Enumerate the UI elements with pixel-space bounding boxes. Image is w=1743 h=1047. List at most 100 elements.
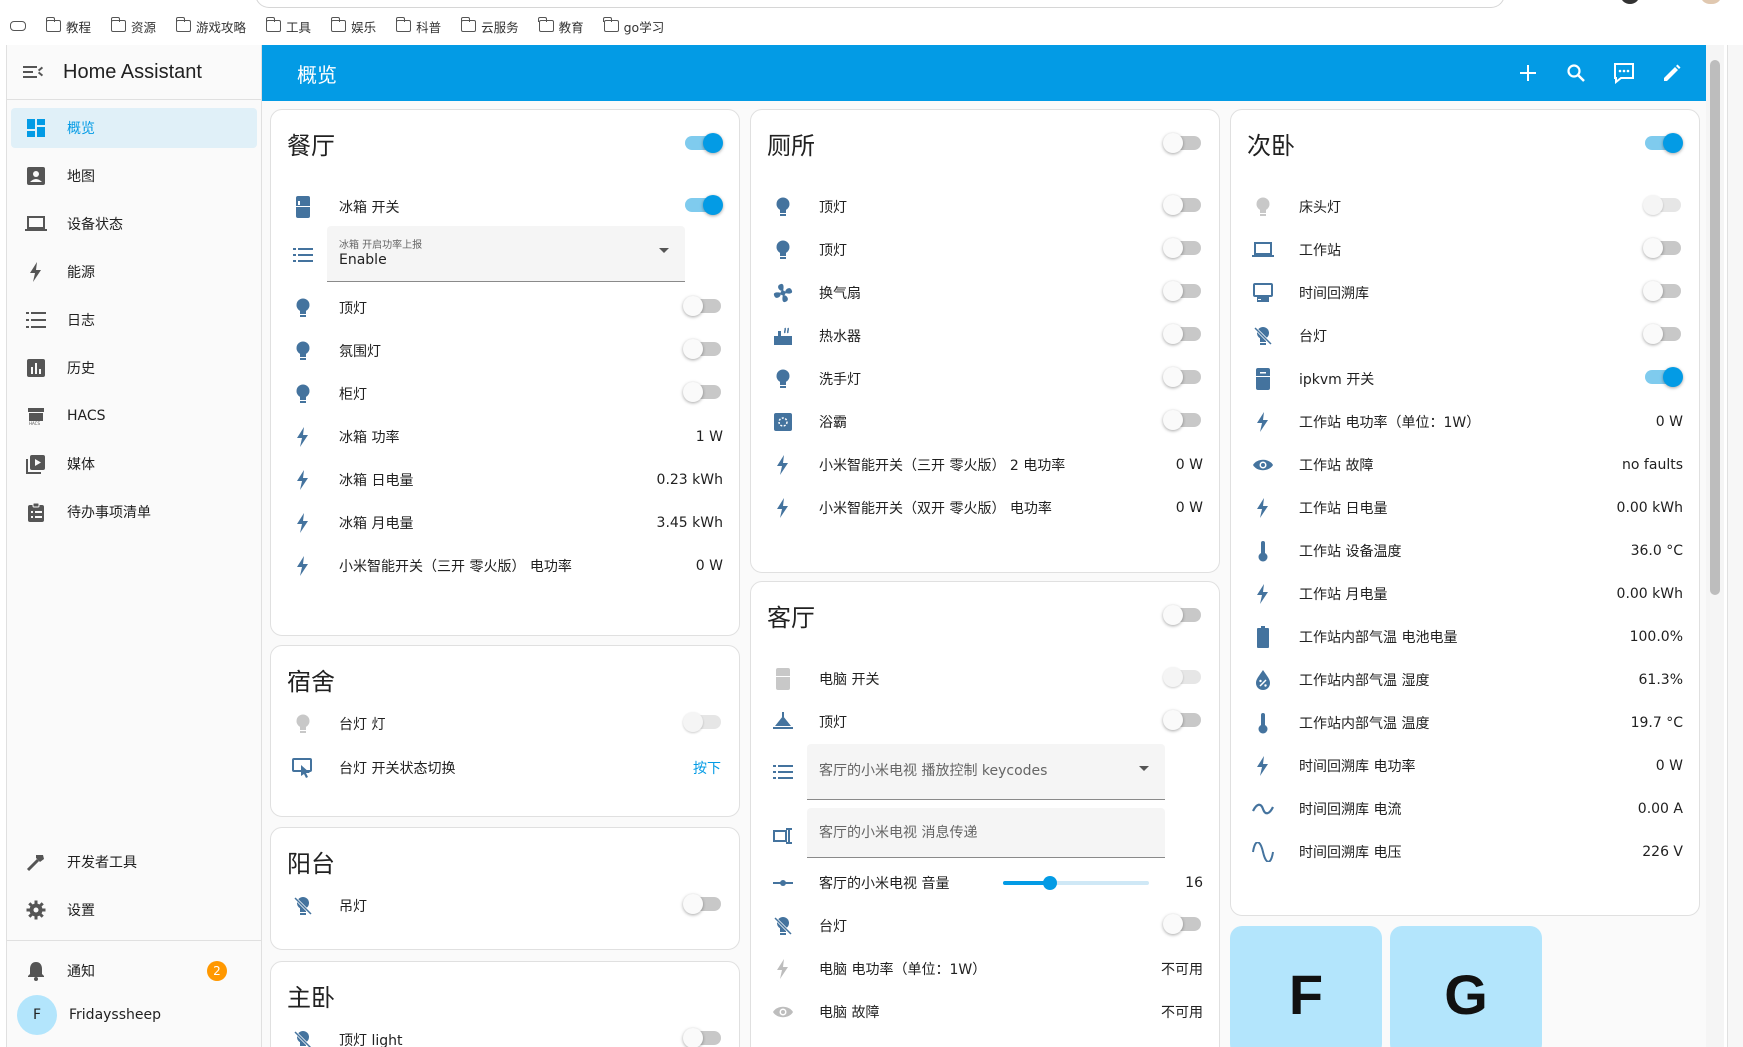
bookmark-apps[interactable] — [10, 21, 26, 31]
sensor-row[interactable]: 冰箱 月电量 3.45 kWh — [271, 503, 739, 543]
sensor-row[interactable]: 电脑 电功率（单位：1W） 不可用 — [751, 949, 1219, 989]
bookmark-folder[interactable]: 资源 — [110, 17, 156, 36]
tv-keycodes-select[interactable]: 客厅的小米电视 播放控制 keycodes — [807, 744, 1165, 800]
toggle-switch[interactable] — [683, 1028, 721, 1047]
browser-extension-icon[interactable] — [1700, 0, 1722, 4]
bookmark-folder[interactable]: 云服务 — [460, 17, 519, 36]
entity-row[interactable]: 床头灯 — [1231, 187, 1699, 227]
entity-row[interactable]: 换气扇 — [751, 273, 1219, 313]
toggle-switch[interactable] — [683, 296, 721, 316]
sidebar-item-logbook[interactable]: 日志 — [11, 300, 257, 340]
bookmark-folder[interactable]: 工具 — [265, 17, 311, 36]
sensor-row[interactable]: 工作站 电功率（单位：1W） 0 W — [1231, 402, 1699, 442]
entity-row[interactable]: 电脑 开关 — [751, 659, 1219, 699]
entity-row[interactable]: 工作站 — [1231, 230, 1699, 270]
sidebar-item-media[interactable]: 媒体 — [11, 444, 257, 484]
entity-row[interactable]: 氛围灯 — [271, 331, 739, 371]
toggle-switch[interactable] — [683, 382, 721, 402]
card-toggle[interactable] — [1645, 133, 1683, 154]
toggle-switch[interactable] — [1163, 605, 1201, 625]
sensor-row[interactable]: 小米智能开关（三开 零火版） 电功率 0 W — [271, 546, 739, 586]
entity-row[interactable]: 顶灯 light — [271, 1020, 739, 1047]
toggle-switch[interactable] — [1163, 133, 1201, 153]
power-report-select[interactable]: 冰箱 开启功率上报 Enable — [327, 226, 685, 282]
menu-icon[interactable] — [23, 65, 44, 79]
entity-row[interactable]: 洗手灯 — [751, 359, 1219, 399]
bookmark-folder[interactable]: 科普 — [395, 17, 441, 36]
button-row[interactable]: 台灯 开关状态切换 按下 — [271, 748, 739, 788]
search-button[interactable] — [1564, 61, 1588, 85]
sidebar-item-history[interactable]: 历史 — [11, 348, 257, 388]
entity-row[interactable]: 台灯 — [751, 906, 1219, 946]
bookmark-folder[interactable]: go学习 — [603, 17, 664, 36]
sidebar-item-todo[interactable]: 待办事项清单 — [11, 492, 257, 532]
card-toggle[interactable] — [685, 133, 723, 154]
toggle-switch[interactable] — [1645, 133, 1683, 153]
sensor-row[interactable]: 工作站内部气温 电池电量 100.0% — [1231, 617, 1699, 657]
entity-row[interactable]: 浴霸 — [751, 402, 1219, 442]
sidebar-item-settings[interactable]: 设置 — [11, 890, 257, 930]
toggle-switch[interactable] — [1163, 238, 1201, 258]
sidebar-item-overview[interactable]: 概览 — [11, 108, 257, 148]
toggle-switch[interactable] — [683, 712, 721, 732]
toggle-switch[interactable] — [1163, 914, 1201, 934]
entity-row[interactable]: 柜灯 — [271, 374, 739, 414]
toggle-switch[interactable] — [1163, 710, 1201, 730]
address-bar-edge[interactable] — [255, 0, 1505, 8]
entity-row[interactable]: 顶灯 — [271, 288, 739, 328]
sensor-row[interactable]: 冰箱 日电量 0.23 kWh — [271, 460, 739, 500]
entity-row[interactable]: 吊灯 — [271, 886, 739, 926]
toggle-switch[interactable] — [1163, 324, 1201, 344]
sensor-row[interactable]: 冰箱 功率 1 W — [271, 417, 739, 457]
assist-button[interactable] — [1612, 61, 1636, 85]
sidebar-item-developer-tools[interactable]: 开发者工具 — [11, 842, 257, 882]
toggle-switch[interactable] — [1643, 195, 1681, 215]
sidebar-item-devices[interactable]: 设备状态 — [11, 204, 257, 244]
toggle-switch[interactable] — [685, 195, 723, 215]
slider-handle[interactable] — [1042, 876, 1057, 890]
tv-message-input[interactable]: 客厅的小米电视 消息传递 — [807, 808, 1165, 858]
toggle-switch[interactable] — [1163, 667, 1201, 687]
entity-row[interactable]: 顶灯 — [751, 230, 1219, 270]
bookmark-folder[interactable]: 教程 — [45, 17, 91, 36]
sensor-row[interactable]: 时间回溯库 电功率 0 W — [1231, 746, 1699, 786]
press-button[interactable]: 按下 — [693, 758, 721, 778]
scrollbar-thumb[interactable] — [1710, 60, 1720, 595]
sensor-row[interactable]: 工作站 月电量 0.00 kWh — [1231, 574, 1699, 614]
sensor-row[interactable]: 小米智能开关（三开 零火版） 2 电功率 0 W — [751, 445, 1219, 485]
entity-row[interactable]: 顶灯 — [751, 187, 1219, 227]
tile-card-f[interactable]: F — [1230, 926, 1382, 1047]
tile-card-g[interactable]: G — [1390, 926, 1542, 1047]
sidebar-item-map[interactable]: 地图 — [11, 156, 257, 196]
toggle-switch[interactable] — [1163, 367, 1201, 387]
card-toggle[interactable] — [1163, 133, 1201, 154]
entity-row[interactable]: ipkvm 开关 — [1231, 359, 1699, 399]
toggle-switch[interactable] — [1163, 410, 1201, 430]
toggle-switch[interactable] — [683, 894, 721, 914]
edit-button[interactable] — [1660, 61, 1684, 85]
sensor-row[interactable]: 工作站 日电量 0.00 kWh — [1231, 488, 1699, 528]
sidebar-item-notifications[interactable]: 通知 2 — [11, 951, 257, 991]
add-button[interactable] — [1516, 61, 1540, 85]
toggle-switch[interactable] — [685, 133, 723, 153]
number-row[interactable]: 客厅的小米电视 音量 16 — [751, 863, 1219, 903]
sensor-row[interactable]: 工作站 设备温度 36.0 °C — [1231, 531, 1699, 571]
sensor-row[interactable]: 工作站 故障 no faults — [1231, 445, 1699, 485]
toggle-switch[interactable] — [1643, 238, 1681, 258]
sensor-row[interactable]: 时间回溯库 电压 226 V — [1231, 832, 1699, 872]
card-toggle[interactable] — [1163, 605, 1201, 626]
toggle-switch[interactable] — [1163, 281, 1201, 301]
toggle-switch[interactable] — [683, 339, 721, 359]
sensor-row[interactable]: 时间回溯库 电流 0.00 A — [1231, 789, 1699, 829]
entity-row[interactable]: 冰箱 开关 — [271, 187, 739, 227]
bookmark-folder[interactable]: 游戏攻略 — [175, 17, 246, 36]
sensor-row[interactable]: 工作站内部气温 温度 19.7 °C — [1231, 703, 1699, 743]
bookmark-folder[interactable]: 娱乐 — [330, 17, 376, 36]
entity-row[interactable]: 台灯 — [1231, 316, 1699, 356]
toggle-switch[interactable] — [1645, 367, 1683, 387]
entity-row[interactable]: 顶灯 — [751, 702, 1219, 742]
sensor-row[interactable]: 工作站内部气温 湿度 61.3% — [1231, 660, 1699, 700]
entity-row[interactable]: 热水器 — [751, 316, 1219, 356]
sidebar-item-profile[interactable]: F Fridayssheep — [11, 995, 257, 1035]
entity-row[interactable]: 台灯 灯 — [271, 704, 739, 744]
